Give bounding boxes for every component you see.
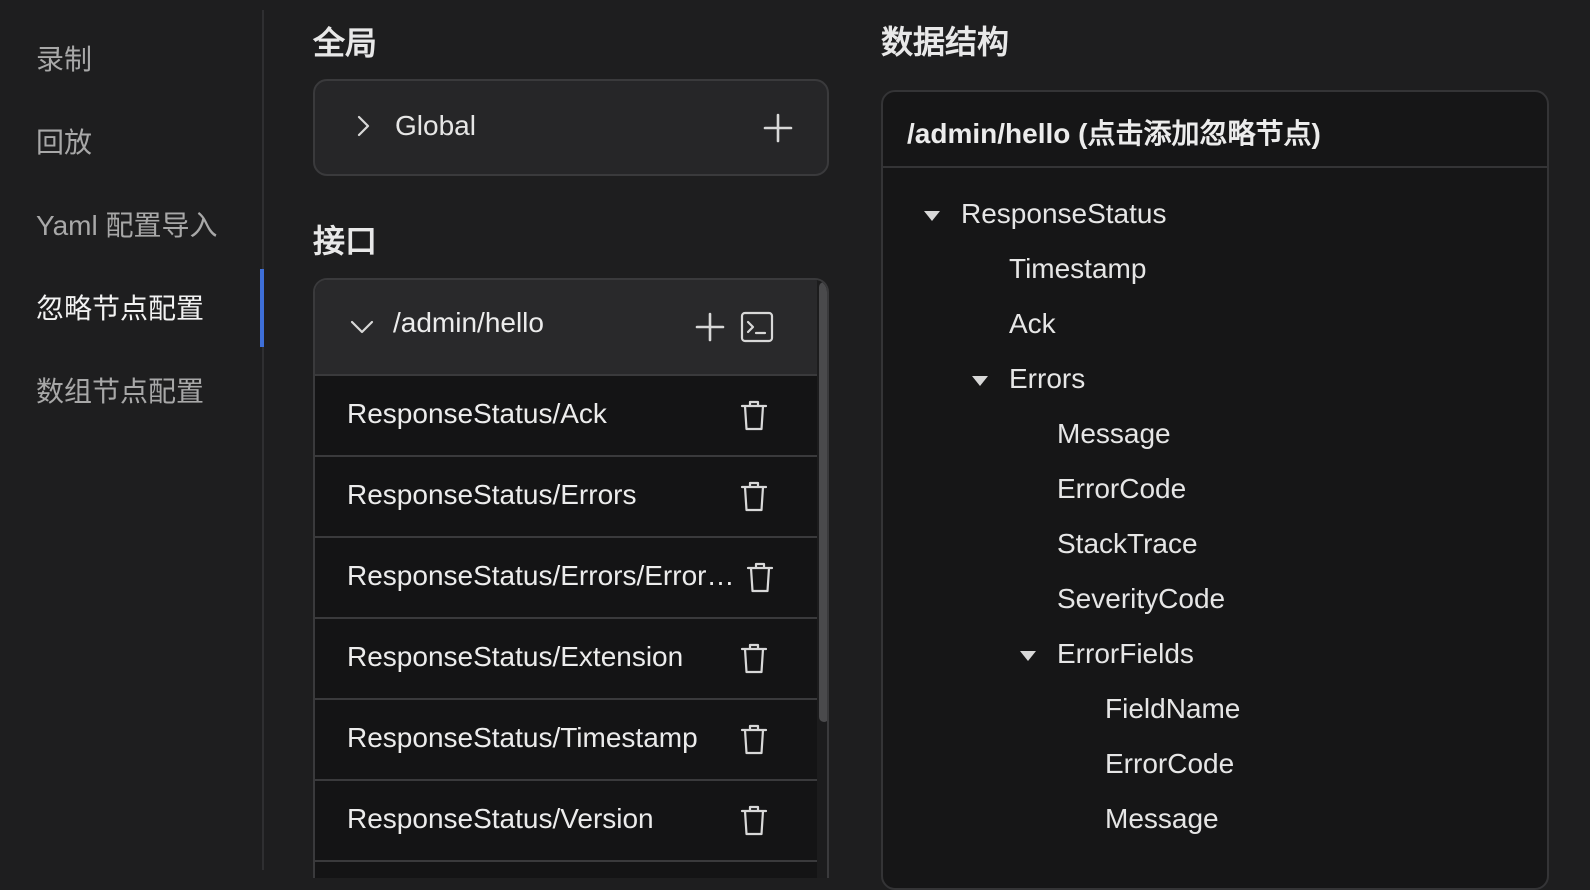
list-item[interactable]: ResponseStatus/Errors/ErrorCode <box>315 538 817 619</box>
trash-icon[interactable] <box>745 560 775 594</box>
tree-node[interactable]: ErrorCode <box>1105 748 1234 780</box>
caret-down-icon[interactable] <box>924 211 940 221</box>
tree-node[interactable]: StackTrace <box>1057 528 1198 560</box>
tree-node[interactable]: Ack <box>1009 308 1056 340</box>
scrollbar-thumb[interactable] <box>819 282 827 722</box>
global-section-title: 全局 <box>313 25 378 61</box>
ignore-node-path: ResponseStatus/Errors <box>347 479 637 510</box>
trash-icon[interactable] <box>739 398 769 432</box>
caret-down-icon[interactable] <box>1020 651 1036 661</box>
chevron-down-icon[interactable] <box>349 314 375 340</box>
trash-icon[interactable] <box>739 803 769 837</box>
tree-node[interactable]: Timestamp <box>1009 253 1146 285</box>
add-ignore-node-icon[interactable] <box>693 310 727 344</box>
data-structure-header: /admin/hello (点击添加忽略节点) <box>883 92 1547 168</box>
tree-node[interactable]: Message <box>1057 418 1171 450</box>
tree-node[interactable]: ErrorFields <box>1057 638 1194 670</box>
interface-header[interactable]: /admin/hello <box>315 280 817 376</box>
ignore-node-path: ResponseStatus/Extension <box>347 641 684 672</box>
terminal-icon[interactable] <box>739 309 775 345</box>
sidebar-item-record[interactable]: 录制 <box>36 38 92 78</box>
global-card[interactable]: Global <box>313 79 829 176</box>
list-item[interactable]: ResponseStatus/Extension <box>315 619 817 700</box>
interface-path: /admin/hello <box>393 307 544 338</box>
list-item[interactable]: ResponseStatus/Errors <box>315 457 817 538</box>
tree-node[interactable]: ResponseStatus <box>961 198 1166 230</box>
caret-down-icon[interactable] <box>972 376 988 386</box>
ignore-node-path: ResponseStatus/Version <box>347 803 654 834</box>
trash-icon[interactable] <box>739 479 769 513</box>
list-item[interactable]: ResponseStatus/Version <box>315 781 817 862</box>
sidebar: 录制 回放 Yaml 配置导入 忽略节点配置 数组节点配置 <box>0 0 262 870</box>
tree-node[interactable]: ErrorCode <box>1057 473 1186 505</box>
add-global-icon[interactable] <box>761 111 795 145</box>
global-item-label: Global <box>395 110 476 141</box>
sidebar-item-ignore-node-config[interactable]: 忽略节点配置 <box>36 287 204 327</box>
tree-node[interactable]: FieldName <box>1105 693 1240 725</box>
ignore-node-path: ResponseStatus/Errors/ErrorCode <box>347 560 739 591</box>
trash-icon[interactable] <box>739 641 769 675</box>
interface-card: /admin/hello ResponseStatus/Ack Response… <box>313 278 829 878</box>
list-item[interactable]: ResponseStatus/Timestamp <box>315 700 817 781</box>
chevron-right-icon[interactable] <box>351 114 375 138</box>
interface-section-title: 接口 <box>313 223 378 259</box>
ignore-node-path: ResponseStatus/Timestamp <box>347 722 698 753</box>
sidebar-divider <box>262 10 264 870</box>
data-structure-panel: /admin/hello (点击添加忽略节点) ResponseStatus T… <box>881 90 1549 890</box>
data-structure-title: 数据结构 <box>881 24 1010 60</box>
list-item[interactable]: ResponseStatus/Ack <box>315 376 817 457</box>
active-nav-indicator <box>260 269 264 347</box>
tree-node[interactable]: Message <box>1105 803 1219 835</box>
tree-node[interactable]: Errors <box>1009 363 1085 395</box>
ignore-node-path: ResponseStatus/Ack <box>347 398 607 429</box>
sidebar-item-replay[interactable]: 回放 <box>36 121 92 161</box>
tree-node[interactable]: SeverityCode <box>1057 583 1225 615</box>
trash-icon[interactable] <box>739 722 769 756</box>
data-structure-panel-title: /admin/hello (点击添加忽略节点) <box>907 118 1321 149</box>
sidebar-item-yaml-import[interactable]: Yaml 配置导入 <box>36 204 218 244</box>
sidebar-item-array-node-config[interactable]: 数组节点配置 <box>36 370 204 410</box>
